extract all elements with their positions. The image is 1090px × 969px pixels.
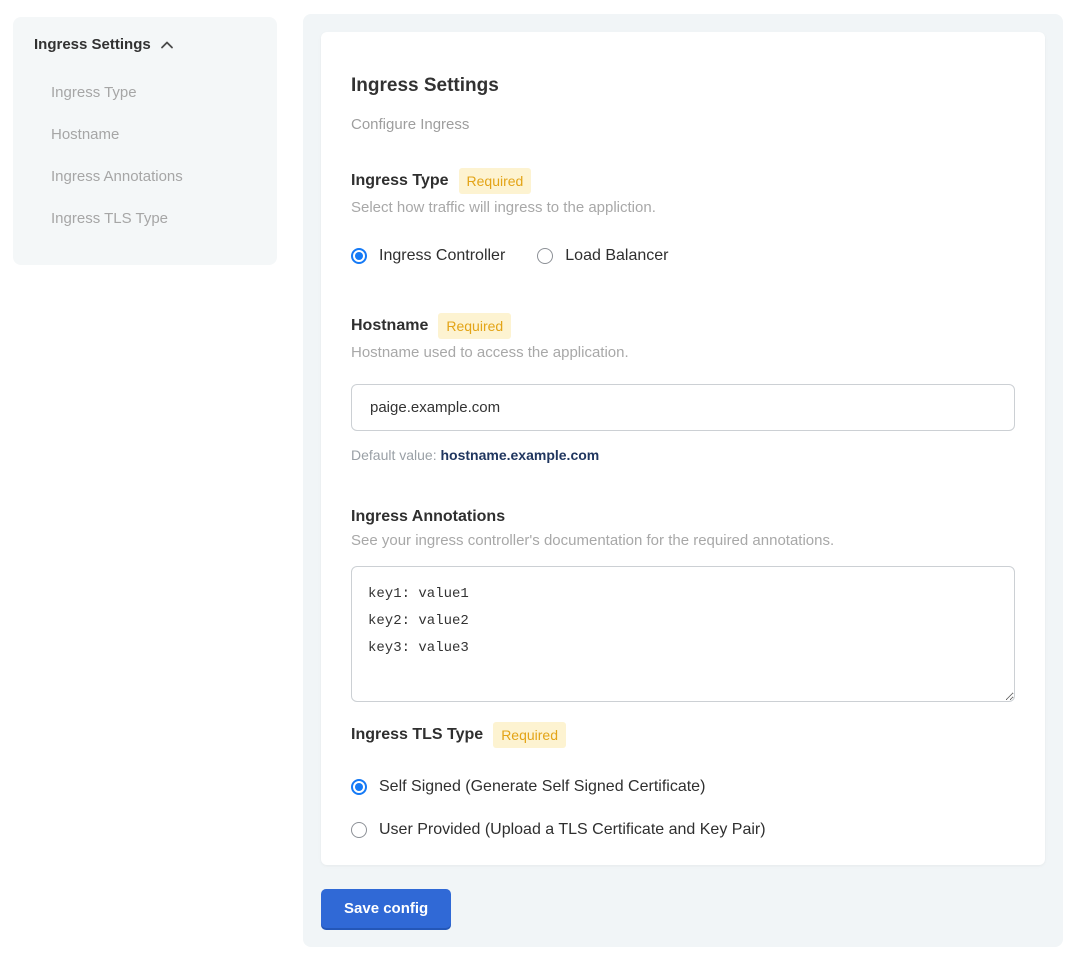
group-ingress-tls-type-heading: Ingress TLS Type Required [351, 722, 1015, 748]
group-ingress-tls-type: Ingress TLS Type Required Self Signed (G… [351, 722, 1015, 839]
sidebar-group-label: Ingress Settings [34, 35, 151, 55]
radio-button-selected[interactable] [351, 779, 367, 795]
group-ingress-type-help: Select how traffic will ingress to the a… [351, 199, 1015, 217]
ingress-tls-type-options: Self Signed (Generate Self Signed Certif… [351, 778, 1015, 839]
radio-label: Self Signed (Generate Self Signed Certif… [379, 778, 705, 796]
required-badge: Required [459, 168, 532, 194]
radio-label: Load Balancer [565, 247, 668, 265]
group-label: Hostname [351, 316, 428, 336]
radio-button[interactable] [537, 248, 553, 264]
page-subtitle: Configure Ingress [351, 116, 1015, 134]
config-panel: Ingress Settings Configure Ingress Ingre… [303, 14, 1063, 947]
ingress-settings-card: Ingress Settings Configure Ingress Ingre… [321, 32, 1045, 865]
radio-label: User Provided (Upload a TLS Certificate … [379, 821, 766, 839]
radio-button[interactable] [351, 822, 367, 838]
sidebar-item-hostname[interactable]: Hostname [51, 125, 277, 145]
page-title: Ingress Settings [351, 75, 1015, 97]
required-badge: Required [438, 313, 511, 339]
group-ingress-type-heading: Ingress Type Required [351, 168, 1015, 194]
sidebar-group-ingress-settings[interactable]: Ingress Settings [34, 35, 277, 55]
ingress-annotations-textarea[interactable]: key1: value1 key2: value2 key3: value3 [351, 566, 1015, 702]
radio-option-self-signed[interactable]: Self Signed (Generate Self Signed Certif… [351, 778, 1015, 796]
group-label: Ingress Annotations [351, 507, 505, 527]
save-config-button[interactable]: Save config [321, 889, 451, 928]
group-hostname: Hostname Required Hostname used to acces… [351, 313, 1015, 463]
group-label: Ingress Type [351, 171, 449, 191]
chevron-up-icon [159, 37, 175, 53]
group-hostname-heading: Hostname Required [351, 313, 1015, 339]
group-ingress-annotations-help: See your ingress controller's documentat… [351, 532, 1015, 550]
sidebar-item-ingress-tls-type[interactable]: Ingress TLS Type [51, 209, 277, 229]
config-groups-sidebar: Ingress Settings Ingress Type Hostname I… [13, 17, 277, 265]
group-ingress-annotations-heading: Ingress Annotations [351, 507, 1015, 527]
group-label: Ingress TLS Type [351, 725, 483, 745]
required-badge: Required [493, 722, 566, 748]
sidebar-item-ingress-type[interactable]: Ingress Type [51, 83, 277, 103]
radio-label: Ingress Controller [379, 247, 505, 265]
hostname-default-line: Default value: hostname.example.com [351, 447, 1015, 463]
sidebar-item-ingress-annotations[interactable]: Ingress Annotations [51, 167, 277, 187]
hostname-input[interactable] [351, 384, 1015, 431]
radio-option-user-provided[interactable]: User Provided (Upload a TLS Certificate … [351, 821, 1015, 839]
group-ingress-type: Ingress Type Required Select how traffic… [351, 168, 1015, 265]
default-value: hostname.example.com [441, 447, 600, 463]
sidebar-item-list: Ingress Type Hostname Ingress Annotation… [51, 83, 277, 229]
radio-option-ingress-controller[interactable]: Ingress Controller [351, 247, 505, 265]
group-hostname-help: Hostname used to access the application. [351, 344, 1015, 362]
default-value-prefix: Default value: [351, 447, 437, 463]
ingress-type-options: Ingress Controller Load Balancer [351, 247, 1015, 265]
radio-button-selected[interactable] [351, 248, 367, 264]
group-ingress-annotations: Ingress Annotations See your ingress con… [351, 507, 1015, 702]
radio-option-load-balancer[interactable]: Load Balancer [537, 247, 668, 265]
